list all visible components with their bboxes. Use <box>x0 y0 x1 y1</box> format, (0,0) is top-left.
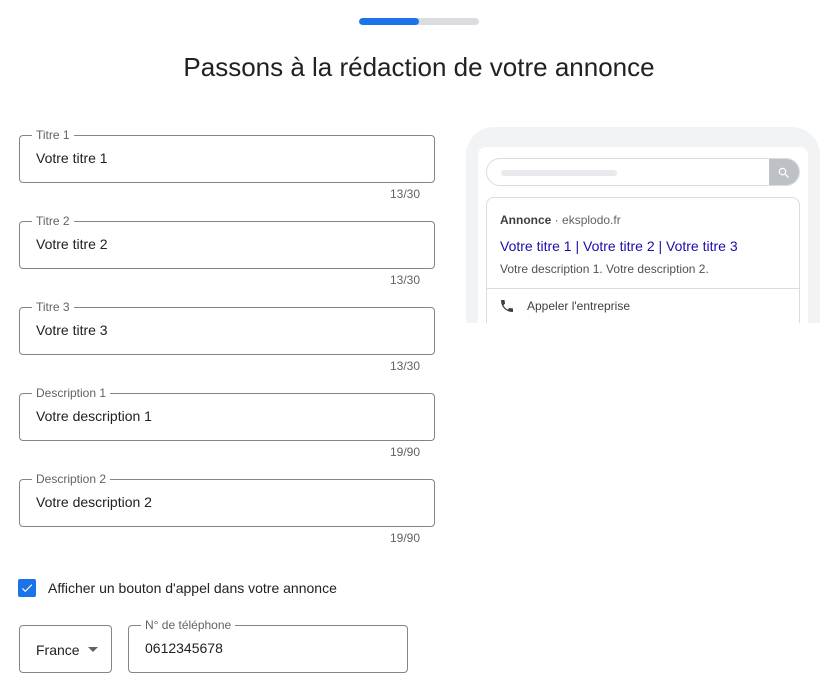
title-3-input[interactable] <box>36 322 416 338</box>
title-3-field[interactable]: Titre 3 <box>19 300 435 355</box>
title-3-label: Titre 3 <box>32 300 74 314</box>
call-button-checkbox[interactable] <box>18 579 36 597</box>
check-icon <box>21 584 33 593</box>
phone-number-input[interactable] <box>145 640 395 656</box>
search-icon <box>778 167 789 178</box>
title-1-counter: 13/30 <box>389 187 420 201</box>
description-2-input[interactable] <box>36 494 416 510</box>
ad-divider <box>487 288 799 289</box>
ad-description: Votre description 1. Votre description 2… <box>500 262 709 276</box>
title-1-label: Titre 1 <box>32 128 74 142</box>
phone-number-field[interactable]: N° de téléphone <box>128 618 408 673</box>
progress-bar-fill <box>359 18 419 25</box>
title-2-counter: 13/30 <box>389 273 420 287</box>
dropdown-arrow-icon <box>88 647 98 652</box>
phone-icon <box>501 300 513 312</box>
ad-preview-card: Annonce · eksplodo.fr Votre titre 1 | Vo… <box>486 197 800 323</box>
description-2-counter: 19/90 <box>389 531 420 545</box>
description-2-field[interactable]: Description 2 <box>19 472 435 527</box>
preview-search-button <box>769 159 799 185</box>
title-3-counter: 13/30 <box>389 359 420 373</box>
call-button-checkbox-label[interactable]: Afficher un bouton d'appel dans votre an… <box>48 580 337 596</box>
title-2-label: Titre 2 <box>32 214 74 228</box>
description-2-label: Description 2 <box>32 472 111 486</box>
ad-domain: eksplodo.fr <box>562 213 621 227</box>
description-1-input[interactable] <box>36 408 416 424</box>
ad-meta-line: Annonce · eksplodo.fr <box>500 213 621 227</box>
description-1-counter: 19/90 <box>389 445 420 459</box>
page-title: Passons à la rédaction de votre annonce <box>183 52 655 82</box>
ad-preview-phone: Annonce · eksplodo.fr Votre titre 1 | Vo… <box>466 127 820 323</box>
ad-call-label: Appeler l'entreprise <box>527 299 631 313</box>
call-button-option[interactable]: Afficher un bouton d'appel dans votre an… <box>18 579 337 597</box>
ad-preview-screen: Annonce · eksplodo.fr Votre titre 1 | Vo… <box>478 147 808 323</box>
preview-search-placeholder <box>501 170 617 176</box>
title-2-input[interactable] <box>36 236 416 252</box>
description-1-label: Description 1 <box>32 386 111 400</box>
ad-meta-separator: · <box>551 213 563 227</box>
phone-number-label: N° de téléphone <box>141 618 236 632</box>
ad-badge: Annonce <box>500 213 552 227</box>
progress-bar <box>359 18 479 25</box>
ad-headline: Votre titre 1 | Votre titre 2 | Votre ti… <box>500 238 738 254</box>
description-1-field[interactable]: Description 1 <box>19 386 435 441</box>
title-1-field[interactable]: Titre 1 <box>19 128 435 183</box>
ad-call-row: Appeler l'entreprise <box>499 298 630 314</box>
country-select[interactable]: France <box>19 625 112 673</box>
title-2-field[interactable]: Titre 2 <box>19 214 435 269</box>
country-select-value: France <box>36 642 80 658</box>
preview-search-bar <box>486 158 800 186</box>
title-1-input[interactable] <box>36 150 416 166</box>
